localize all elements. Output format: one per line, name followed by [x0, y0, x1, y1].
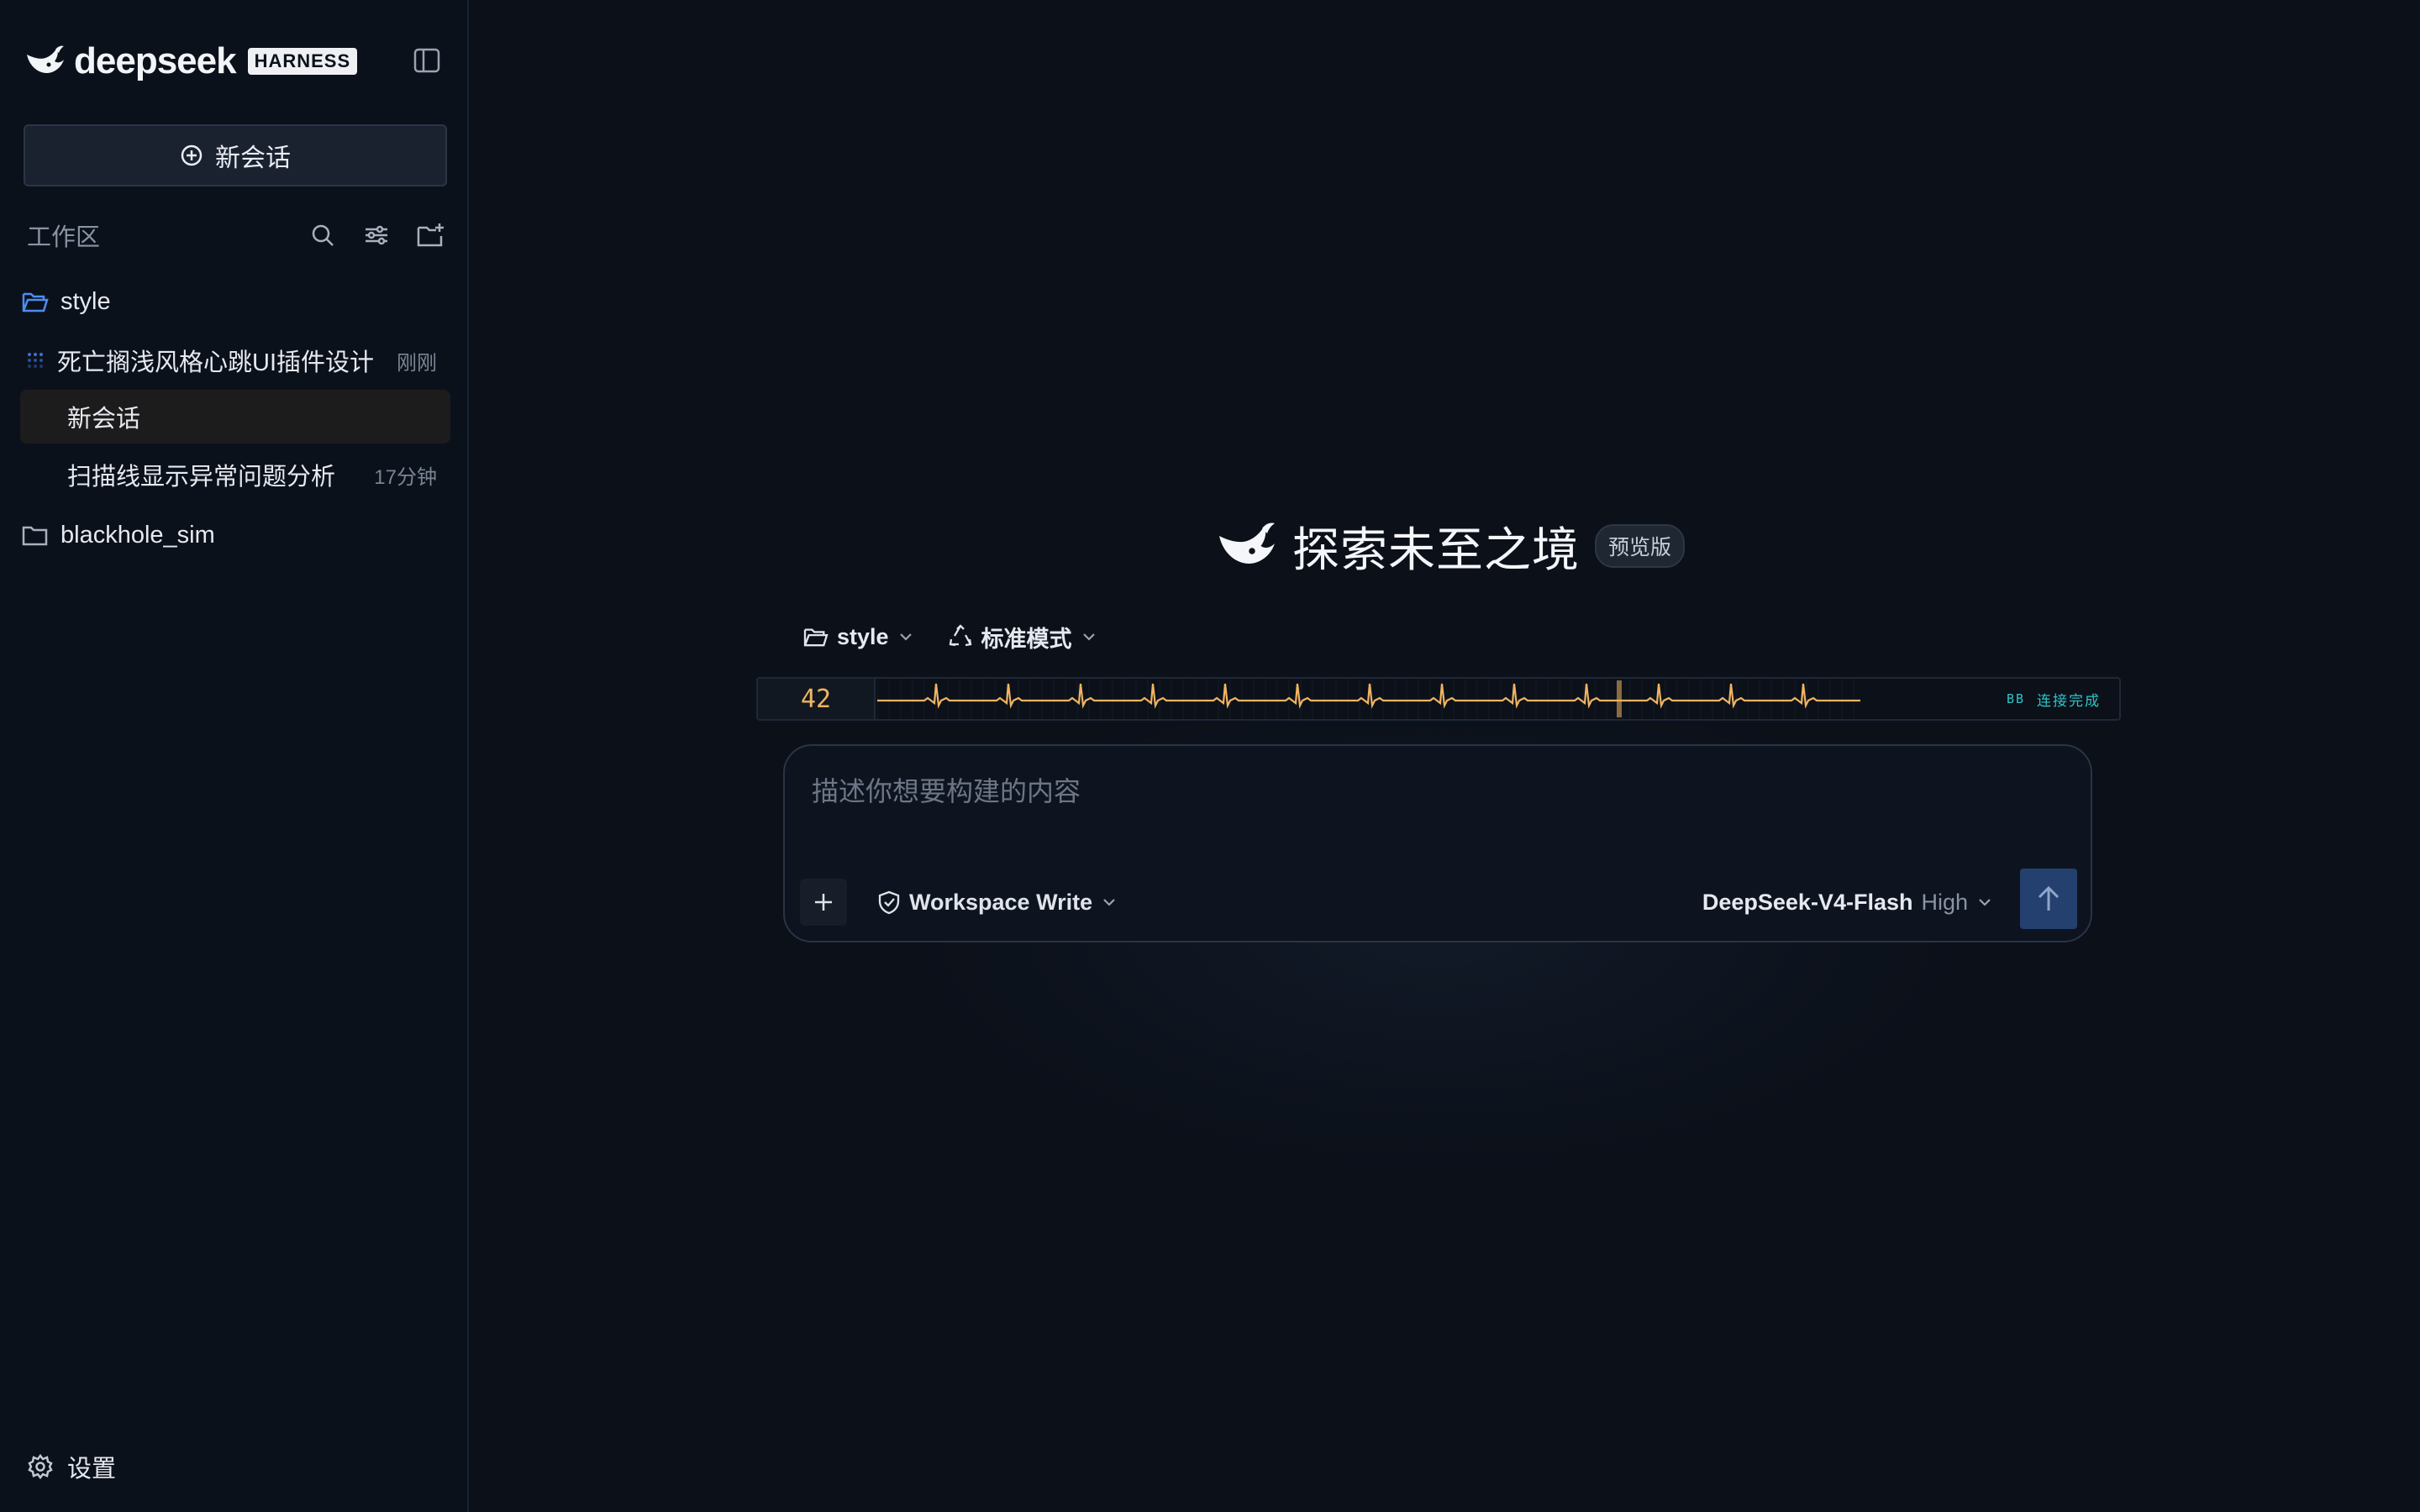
chevron-down-icon [1101, 894, 1118, 911]
folder-open-icon [20, 290, 50, 313]
folder-selector-label: style [837, 623, 889, 649]
settings-label: 设置 [67, 1456, 117, 1483]
attach-button[interactable] [800, 879, 847, 926]
heartbeat-cursor [1617, 680, 1622, 717]
hero-title: 探索未至之境 [1292, 522, 1580, 576]
new-chat-button[interactable]: 新会话 [24, 124, 447, 186]
heartbeat-status-text: 连接完成 [2037, 692, 2101, 709]
conversation-title: 扫描线显示异常问题分析 [67, 464, 336, 491]
whale-logo-icon [25, 45, 66, 78]
folder-icon [20, 523, 50, 547]
brand-badge: HARNESS [247, 47, 358, 76]
shield-icon [877, 890, 901, 915]
mode-selector[interactable]: 标准模式 [948, 621, 1097, 654]
sidebar-toggle-button[interactable] [410, 44, 444, 77]
workspace-label: 工作区 [27, 224, 101, 251]
conversation-title: 新会话 [67, 406, 141, 433]
chevron-down-icon [1976, 894, 1993, 911]
conversation-title: 死亡搁浅风格心跳UI插件设计 [57, 349, 375, 376]
search-icon [309, 222, 336, 249]
whale-logo-icon [1217, 521, 1277, 571]
new-folder-button[interactable] [413, 218, 447, 252]
workspace-header: 工作区 [27, 217, 447, 254]
main-panel: 探索未至之境 预览版 style 标准模式 42 BB 连接完成 描述你想要构建… [471, 0, 2420, 1512]
model-selector[interactable]: DeepSeek-V4-Flash High [1702, 882, 1993, 922]
conversation-time: 刚刚 [397, 351, 437, 375]
heartbeat-waveform [877, 679, 1860, 719]
context-selectors: style 标准模式 [803, 618, 1097, 655]
folder-open-icon [803, 626, 829, 648]
folder-item-style[interactable]: style [20, 282, 450, 321]
send-button[interactable] [2020, 869, 2077, 929]
folder-name: blackhole_sim [60, 521, 215, 549]
mode-selector-label: 标准模式 [981, 626, 1072, 652]
model-level: High [1921, 889, 1968, 915]
conversation-item[interactable]: 死亡搁浅风格心跳UI插件设计 刚刚 [20, 339, 450, 381]
permission-label: Workspace Write [909, 889, 1093, 915]
heartbeat-monitor: 42 BB 连接完成 [756, 677, 2121, 721]
brand: deepseek HARNESS [25, 40, 358, 82]
settings-button[interactable]: 设置 [27, 1446, 116, 1487]
hero: 探索未至之境 预览版 [1217, 512, 1686, 580]
model-name: DeepSeek-V4-Flash [1702, 889, 1913, 915]
prompt-composer: Workspace Write DeepSeek-V4-Flash High [783, 744, 2092, 942]
sidebar-panel-icon [413, 46, 441, 75]
recycle-icon [948, 624, 973, 649]
gear-icon [27, 1453, 54, 1480]
loading-dots-icon [20, 350, 50, 370]
conversation-item-active[interactable]: 新会话 [20, 390, 450, 444]
preview-badge: 预览版 [1595, 524, 1686, 568]
filter-button[interactable] [360, 218, 393, 252]
plus-circle-icon [180, 144, 203, 167]
sliders-icon [363, 222, 390, 249]
folder-name: style [60, 287, 111, 315]
permission-selector[interactable]: Workspace Write [877, 882, 1118, 922]
search-button[interactable] [306, 218, 339, 252]
conversation-time: 17分钟 [374, 465, 437, 489]
sidebar: deepseek HARNESS 新会话 工作区 style 死亡搁浅风格心跳U… [0, 0, 469, 1512]
chevron-down-icon [897, 628, 914, 645]
chevron-down-icon [1081, 628, 1097, 645]
arrow-up-icon [2035, 884, 2062, 914]
folder-item-blackhole-sim[interactable]: blackhole_sim [20, 516, 450, 554]
heartbeat-status: BB 连接完成 [2007, 679, 2101, 719]
folder-plus-icon [416, 222, 445, 249]
conversation-item[interactable]: 扫描线显示异常问题分析 17分钟 [20, 454, 450, 496]
folder-selector[interactable]: style [803, 624, 914, 650]
plus-icon [812, 890, 835, 914]
heartbeat-bpm: 42 [758, 679, 876, 719]
prompt-input[interactable] [810, 766, 2062, 816]
brand-name: deepseek [74, 40, 237, 81]
new-chat-label: 新会话 [215, 144, 291, 172]
heartbeat-status-code: BB [2006, 691, 2025, 706]
